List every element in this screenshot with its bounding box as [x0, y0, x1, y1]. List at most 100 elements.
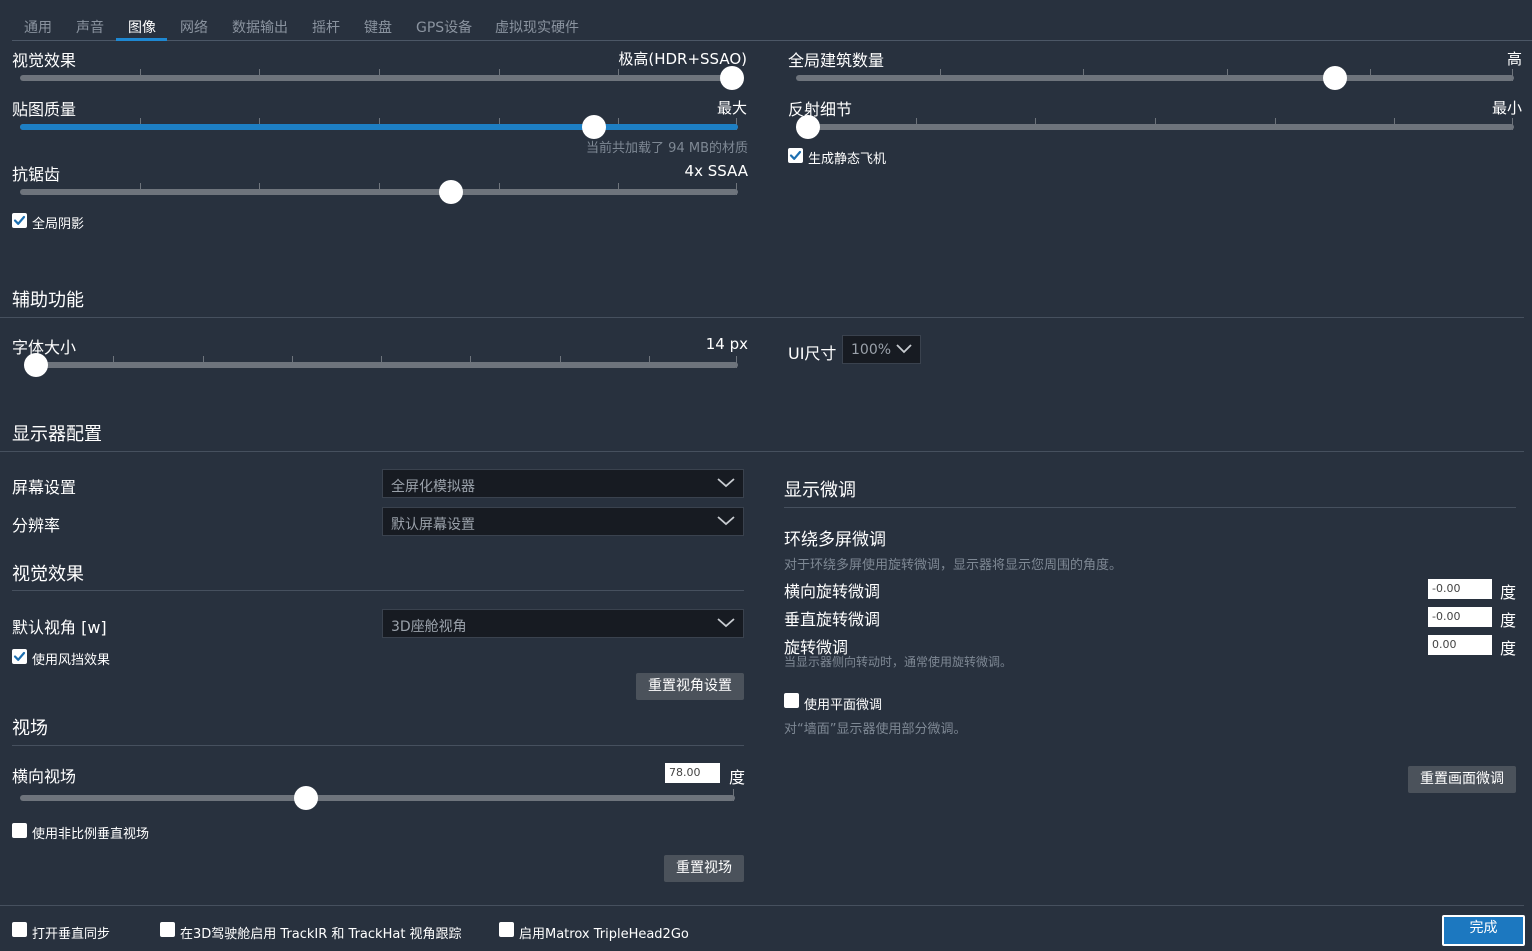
font-size-value: 14 px — [705, 335, 748, 353]
tab-gps[interactable]: GPS设备 — [416, 17, 472, 37]
chevron-down-icon — [896, 344, 912, 354]
antialiasing-value: 4x SSAA — [684, 162, 748, 180]
slider-knob[interactable] — [796, 115, 820, 139]
static-aircraft-label: 生成静态飞机 — [808, 152, 887, 167]
slider-knob[interactable] — [24, 353, 48, 377]
slider-fill — [20, 124, 738, 130]
slider-tick — [292, 356, 293, 368]
non-proportional-fov-label: 使用非比例垂直视场 — [32, 827, 150, 842]
slider-tick — [1512, 118, 1513, 130]
slider-knob[interactable] — [582, 115, 606, 139]
vertical-tune-unit: 度 — [1500, 611, 1517, 630]
done-button[interactable]: 完成 — [1442, 915, 1525, 946]
chevron-down-icon — [717, 516, 735, 526]
checkmark-icon — [789, 150, 802, 160]
accessibility-title: 辅助功能 — [12, 290, 84, 311]
slider-tick — [1370, 69, 1371, 81]
world-objects-value: 高 — [1506, 50, 1522, 68]
slider-tick — [1275, 118, 1276, 130]
slider-tick — [1155, 118, 1156, 130]
slider-knob[interactable] — [439, 180, 463, 204]
windshield-checkbox[interactable] — [12, 649, 27, 664]
global-shadows-label: 全局阴影 — [32, 217, 85, 232]
tab-network[interactable]: 网络 — [180, 17, 208, 37]
slider-tick — [259, 69, 260, 81]
slider-tick — [1083, 69, 1084, 81]
slider-tick — [1512, 69, 1513, 81]
flat-tune-checkbox[interactable] — [784, 693, 799, 708]
wrap-tune-description: 对于环绕多屏使用旋转微调，显示器将显示您周围的角度。 — [784, 558, 1123, 573]
slider-tick — [1035, 118, 1036, 130]
vertical-tune-label: 垂直旋转微调 — [784, 610, 881, 629]
slider-tick — [618, 69, 619, 81]
font-size-slider[interactable] — [24, 353, 738, 377]
reflection-detail-slider[interactable] — [796, 115, 1514, 139]
reset-view-button[interactable]: 重置视角设置 — [636, 673, 744, 700]
slider-tick — [916, 118, 917, 130]
fov-divider — [12, 745, 744, 746]
slider-tick — [499, 183, 500, 195]
slider-knob[interactable] — [720, 66, 744, 90]
resolution-dropdown[interactable]: 默认屏幕设置 — [382, 507, 744, 536]
horizontal-fov-label: 横向视场 — [12, 767, 77, 786]
slider-tick — [259, 183, 260, 195]
trackir-checkbox[interactable] — [160, 922, 175, 937]
matrox-checkbox[interactable] — [499, 922, 514, 937]
slider-tick — [470, 356, 471, 368]
checkmark-icon — [13, 215, 26, 225]
roll-tune-input[interactable]: 0.00 — [1428, 635, 1492, 655]
global-shadows-checkbox[interactable] — [12, 213, 27, 228]
slider-tick — [1394, 118, 1395, 130]
lateral-tune-unit: 度 — [1500, 583, 1517, 602]
tab-sound[interactable]: 声音 — [76, 17, 104, 37]
tab-bar: 通用 声音 图像 网络 数据输出 摇杆 键盘 GPS设备 虚拟现实硬件 — [12, 0, 1532, 41]
ui-size-dropdown[interactable]: 100% — [842, 335, 921, 364]
lateral-tune-input[interactable]: -0.00 — [1428, 579, 1492, 599]
trackir-label: 在3D驾驶舱启用 TrackIR 和 TrackHat 视角跟踪 — [180, 927, 462, 942]
slider-tick — [379, 183, 380, 195]
static-aircraft-checkbox[interactable] — [788, 148, 803, 163]
antialiasing-slider[interactable] — [20, 180, 738, 204]
fine-tune-divider — [784, 507, 1516, 508]
horizontal-fov-slider[interactable] — [20, 786, 735, 810]
vertical-tune-input[interactable]: -0.00 — [1428, 607, 1492, 627]
slider-tick — [733, 789, 734, 801]
tab-general[interactable]: 通用 — [24, 17, 52, 37]
chevron-down-icon — [717, 618, 735, 628]
tab-joystick[interactable]: 摇杆 — [312, 17, 340, 37]
non-proportional-fov-checkbox[interactable] — [12, 823, 27, 838]
reset-fov-button[interactable]: 重置视场 — [664, 855, 744, 882]
slider-tick — [649, 356, 650, 368]
world-objects-slider[interactable] — [796, 66, 1514, 90]
roll-tune-hint: 当显示器侧向转动时，通常使用旋转微调。 — [784, 655, 1013, 669]
slider-knob[interactable] — [1323, 66, 1347, 90]
fine-tune-title: 显示微调 — [784, 480, 856, 501]
fov-title: 视场 — [12, 718, 48, 739]
slider-tick — [940, 69, 941, 81]
lateral-tune-label: 横向旋转微调 — [784, 582, 881, 601]
footer-divider — [0, 905, 1524, 906]
vsync-checkbox[interactable] — [12, 922, 27, 937]
tab-graphics[interactable]: 图像 — [128, 17, 156, 37]
texture-quality-value: 最大 — [716, 99, 747, 117]
default-view-dropdown[interactable]: 3D座舱视角 — [382, 609, 744, 638]
slider-tick — [379, 69, 380, 81]
resolution-label: 分辨率 — [12, 516, 61, 535]
tab-keyboard[interactable]: 键盘 — [364, 17, 392, 37]
tab-data-output[interactable]: 数据输出 — [232, 17, 288, 37]
slider-knob[interactable] — [294, 786, 318, 810]
visual-effects-slider[interactable] — [20, 66, 744, 90]
visuals-divider — [12, 590, 744, 591]
reflection-detail-value: 最小 — [1491, 99, 1522, 117]
monitor-divider — [0, 451, 1524, 452]
reset-fine-tune-button[interactable]: 重置画面微调 — [1408, 766, 1516, 793]
slider-track — [796, 75, 1514, 81]
tab-vr-hardware[interactable]: 虚拟现实硬件 — [495, 17, 579, 37]
slider-tick — [736, 183, 737, 195]
slider-tick — [1227, 69, 1228, 81]
texture-quality-slider[interactable] — [20, 115, 738, 139]
horizontal-fov-input[interactable]: 78.00 — [665, 763, 720, 783]
screen-settings-dropdown[interactable]: 全屏化模拟器 — [382, 469, 744, 498]
slider-track — [20, 795, 735, 801]
vsync-label: 打开垂直同步 — [32, 927, 111, 942]
